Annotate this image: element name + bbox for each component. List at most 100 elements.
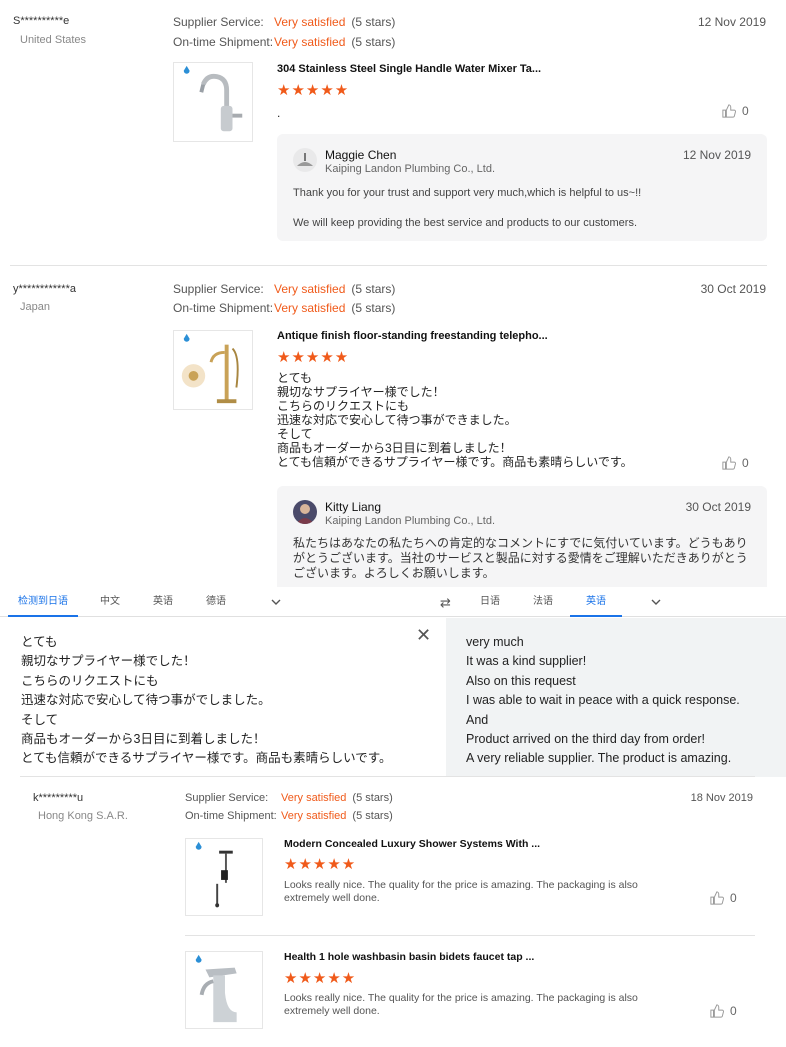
like-count: 0 — [742, 104, 749, 118]
faucet-image — [183, 65, 243, 132]
close-icon[interactable]: ✕ — [416, 626, 431, 644]
shipment-label: On-time Shipment: — [185, 810, 277, 822]
reply-company: Kaiping Landon Plumbing Co., Ltd. — [325, 515, 496, 527]
tab-source-chinese[interactable]: 中文 — [92, 587, 128, 617]
supplier-service-rating: Supplier Service: Very satisfied (5 stars) — [173, 282, 395, 296]
shipment-label: On-time Shipment: — [173, 301, 274, 315]
review-text: Looks really nice. The quality for the p… — [284, 992, 638, 1017]
reply-date: 12 Nov 2019 — [682, 148, 751, 162]
reply-author: Maggie Chen — [325, 148, 397, 162]
avatar — [293, 500, 317, 524]
product-thumbnail[interactable] — [173, 330, 253, 410]
tab-source-german[interactable]: 德语 — [198, 587, 234, 617]
chevron-down-icon[interactable] — [270, 596, 282, 608]
product-title[interactable]: Modern Concealed Luxury Shower Systems W… — [284, 838, 540, 850]
shipment-rating: On-time Shipment: Very satisfied (5 stars) — [185, 810, 393, 822]
avatar-image — [293, 148, 317, 172]
supplier-service-label: Supplier Service: — [185, 792, 269, 804]
tab-target-english[interactable]: 英语 — [570, 587, 622, 617]
shipment-rating: On-time Shipment:Very satisfied (5 stars) — [173, 301, 395, 315]
supplier-service-value: Very satisfied — [274, 15, 346, 29]
product-stars: ★★★★★ — [277, 82, 350, 99]
product-thumbnail[interactable] — [185, 951, 263, 1029]
like-count: 0 — [742, 456, 749, 470]
product-divider — [185, 935, 755, 936]
supplier-service-count: (5 stars) — [351, 282, 396, 296]
shipment-label: On-time Shipment: — [173, 35, 274, 49]
supplier-service-rating: Supplier Service: Very satisfied (5 stars) — [173, 15, 395, 29]
supplier-service-count: (5 stars) — [352, 792, 393, 804]
shipment-count: (5 stars) — [352, 810, 393, 822]
tab-source-english[interactable]: 英语 — [145, 587, 181, 617]
swap-languages-icon[interactable]: ⇄ — [440, 595, 451, 611]
review-1: S**********e United States Supplier Serv… — [0, 0, 786, 265]
review-3: k*********u Hong Kong S.A.R. Supplier Se… — [0, 777, 786, 1047]
product-thumbnail[interactable] — [185, 838, 263, 916]
buyer-country: United States — [20, 34, 87, 46]
like-button[interactable]: 0 — [710, 1004, 737, 1018]
supplier-reply: Kitty Liang Kaiping Landon Plumbing Co.,… — [277, 486, 767, 587]
thumbs-up-icon — [710, 891, 724, 905]
shipment-count: (5 stars) — [351, 301, 396, 315]
reply-text: 私たちはあなたの私たちへの肯定的なコメントにすでに気付いています。どうもあり が… — [293, 536, 748, 580]
thumbs-up-icon — [710, 1004, 724, 1018]
supplier-service-label: Supplier Service: — [173, 282, 264, 296]
tab-target-french[interactable]: 法语 — [525, 587, 561, 617]
product-title[interactable]: 304 Stainless Steel Single Handle Water … — [277, 63, 541, 75]
like-count: 0 — [730, 891, 737, 905]
shipment-value: Very satisfied — [274, 301, 346, 315]
product-title[interactable]: Health 1 hole washbasin basin bidets fau… — [284, 951, 534, 963]
like-button[interactable]: 0 — [722, 456, 749, 470]
like-button[interactable]: 0 — [722, 104, 749, 118]
translate-language-bar: 检测到日语 中文 英语 德语 ⇄ 日语 法语 英语 — [0, 587, 786, 617]
chevron-down-icon[interactable] — [650, 596, 662, 608]
bathtub-faucet-image — [181, 333, 239, 404]
target-text-pane: very much It was a kind supplier! Also o… — [446, 618, 786, 777]
avatar-image — [293, 500, 317, 524]
translated-text: very much It was a kind supplier! Also o… — [466, 635, 740, 766]
thumbs-up-icon — [722, 456, 736, 470]
reply-text: Thank you for your trust and support ver… — [293, 187, 642, 229]
shipment-value: Very satisfied — [281, 810, 347, 822]
supplier-reply: Maggie Chen Kaiping Landon Plumbing Co.,… — [277, 134, 767, 241]
reply-company: Kaiping Landon Plumbing Co., Ltd. — [325, 163, 496, 175]
buyer-country: Japan — [20, 301, 50, 313]
source-text[interactable]: とても 親切なサプライヤー様でした！ こちらのリクエストにも 迅速な対応で安心し… — [21, 633, 392, 769]
review-text: とても 親切なサプライヤー様でした！ こちらのリクエストにも 迅速な対応で安心し… — [277, 371, 633, 469]
supplier-service-value: Very satisfied — [281, 792, 347, 804]
supplier-service-label: Supplier Service: — [173, 15, 264, 29]
product-stars: ★★★★★ — [284, 970, 357, 987]
review-text: Looks really nice. The quality for the p… — [284, 879, 638, 904]
reply-date: 30 Oct 2019 — [685, 500, 751, 514]
supplier-service-rating: Supplier Service: Very satisfied (5 stars) — [185, 792, 393, 804]
shower-system-image — [195, 841, 233, 908]
translate-panel: 检测到日语 中文 英语 德语 ⇄ 日语 法语 英语 とても 親切なサプライヤー様… — [0, 587, 786, 777]
product-title[interactable]: Antique finish floor-standing freestandi… — [277, 330, 548, 342]
buyer-name: S**********e — [13, 15, 70, 27]
tab-target-japanese[interactable]: 日语 — [472, 587, 508, 617]
buyer-name: y************a — [13, 283, 76, 295]
like-button[interactable]: 0 — [710, 891, 737, 905]
shipment-rating: On-time Shipment:Very satisfied (5 stars) — [173, 35, 395, 49]
review-date: 18 Nov 2019 — [690, 792, 753, 804]
shipment-count: (5 stars) — [351, 35, 396, 49]
review-2: y************a Japan Supplier Service: Ve… — [0, 266, 786, 587]
source-text-pane[interactable]: とても 親切なサプライヤー様でした！ こちらのリクエストにも 迅速な対応で安心し… — [0, 618, 446, 777]
avatar — [293, 148, 317, 172]
review-text: . — [277, 106, 281, 120]
thumbs-up-icon — [722, 104, 736, 118]
supplier-service-count: (5 stars) — [351, 15, 396, 29]
like-count: 0 — [730, 1004, 737, 1018]
reply-author: Kitty Liang — [325, 500, 382, 514]
review-date: 12 Nov 2019 — [697, 15, 766, 29]
product-thumbnail[interactable] — [173, 62, 253, 142]
tab-detected-language[interactable]: 检测到日语 — [8, 587, 78, 617]
product-stars: ★★★★★ — [277, 349, 350, 366]
buyer-name: k*********u — [33, 792, 84, 804]
basin-faucet-image — [195, 954, 237, 1023]
shipment-value: Very satisfied — [274, 35, 346, 49]
buyer-country: Hong Kong S.A.R. — [38, 810, 128, 822]
product-stars: ★★★★★ — [284, 856, 357, 873]
supplier-service-value: Very satisfied — [274, 282, 346, 296]
review-date: 30 Oct 2019 — [700, 282, 766, 296]
